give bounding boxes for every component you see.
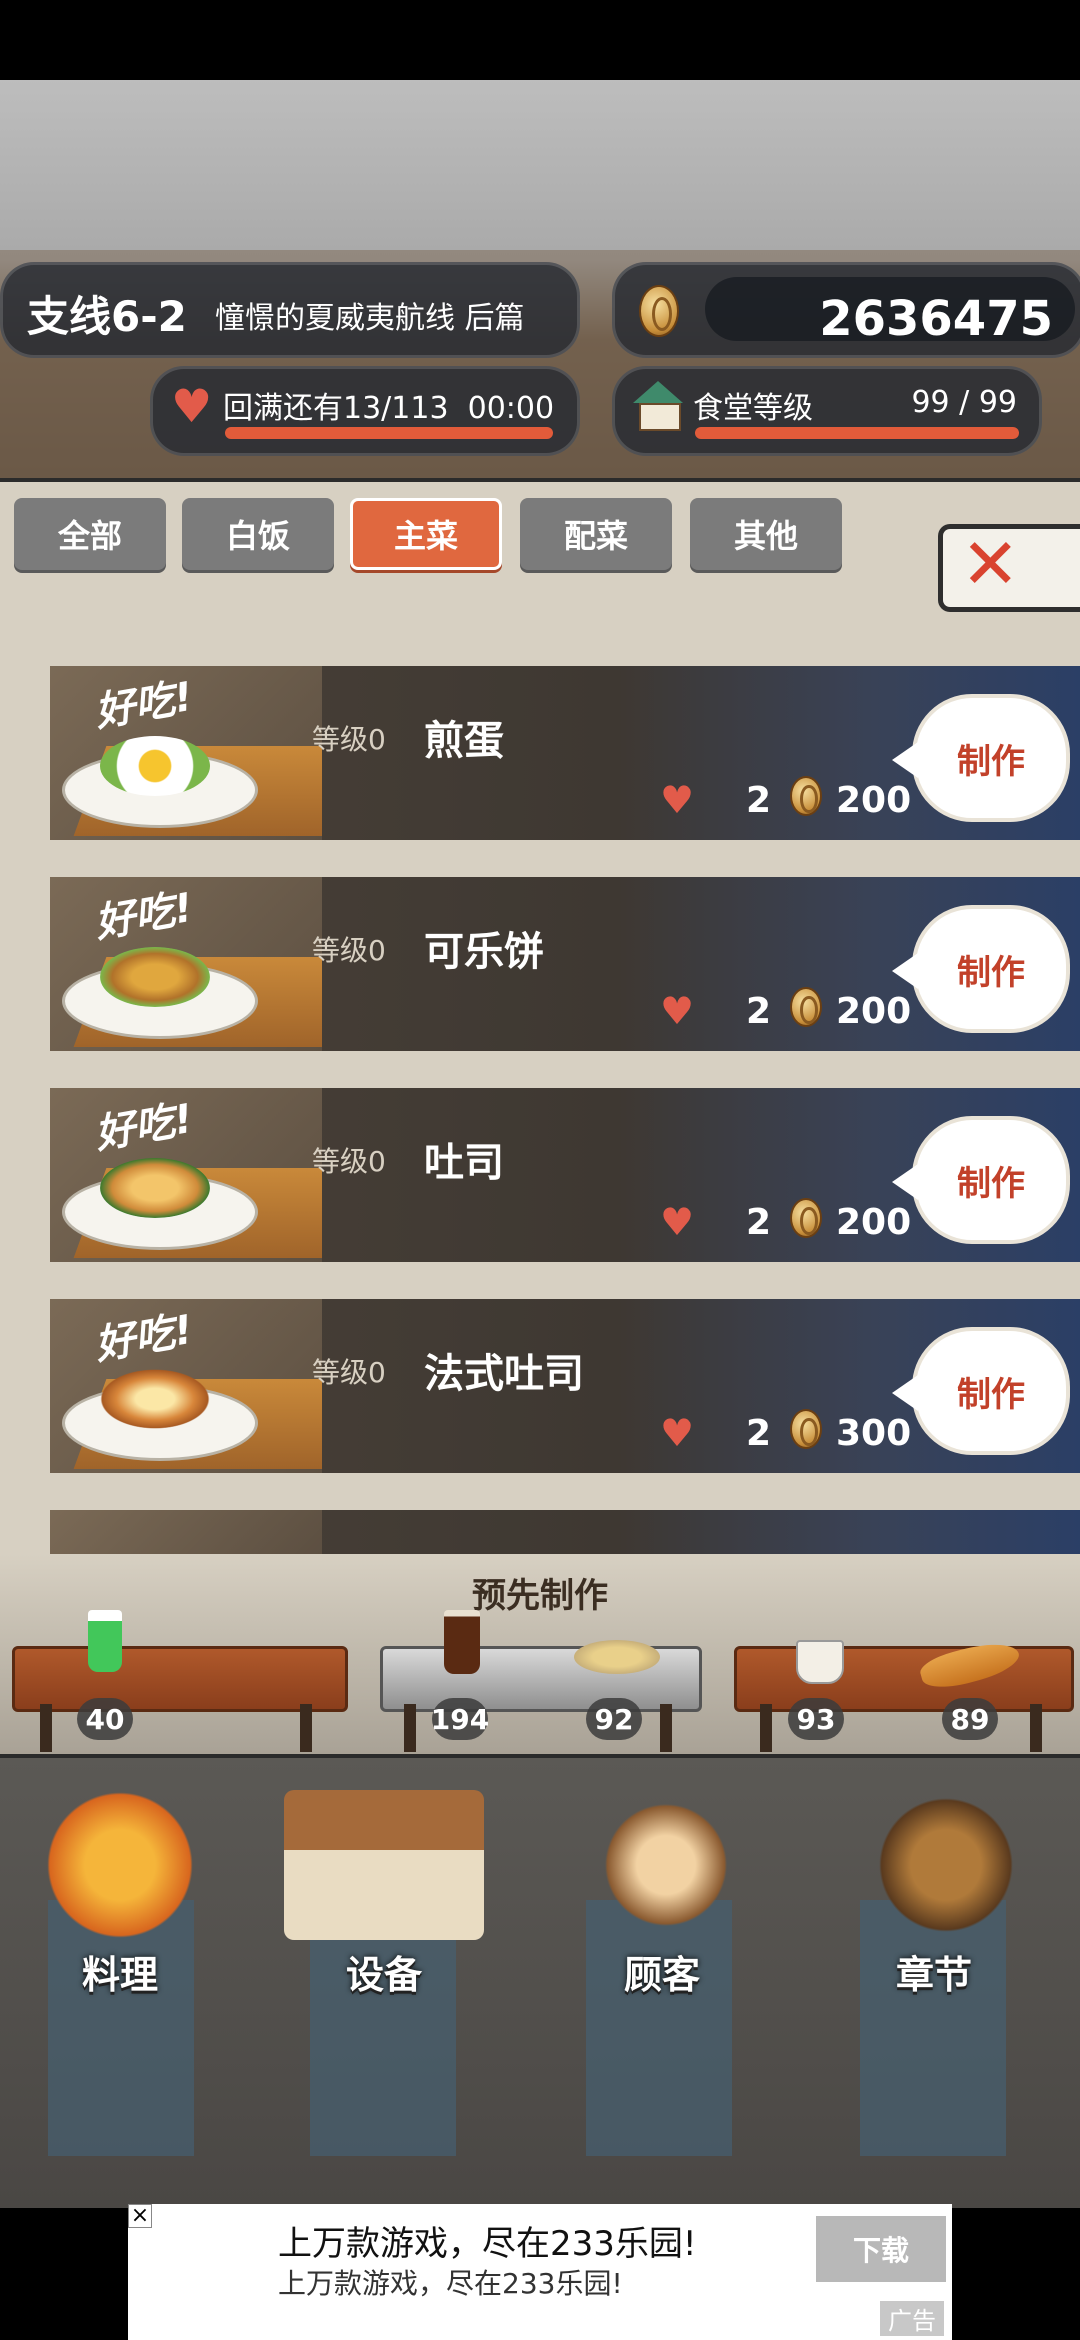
table-leg <box>300 1704 312 1752</box>
cooking-pot-icon[interactable] <box>30 1790 210 1940</box>
tab-side-dish[interactable]: 配菜 <box>520 498 672 570</box>
recipe-price: 200 <box>836 1202 912 1243</box>
make-button[interactable]: 制作 <box>892 905 1070 1033</box>
make-button[interactable]: 制作 <box>892 694 1070 822</box>
canteen-level-label: 食堂等级 <box>693 391 813 426</box>
ad-banner[interactable]: 上万款游戏，尽在233乐园! 上万款游戏，尽在233乐园! 下载 广告 <box>128 2204 952 2340</box>
coin-icon <box>790 776 822 816</box>
recipe-name: 可乐饼 <box>424 929 544 975</box>
recipe-name: 法式吐司 <box>424 1351 584 1397</box>
heart-icon: ♥ <box>660 778 695 822</box>
table-leg <box>404 1704 416 1752</box>
recipe-name: 煎蛋 <box>424 718 504 764</box>
item-count: 194 <box>431 1698 489 1740</box>
recipe-level: 等级0 <box>312 723 386 756</box>
coin-value: 2636475 <box>819 291 1053 347</box>
recipe-name: 吐司 <box>424 1140 504 1186</box>
cola-glass-icon[interactable] <box>444 1610 480 1674</box>
recipe-level: 等级0 <box>312 1145 386 1178</box>
item-count: 40 <box>77 1698 133 1740</box>
make-button[interactable]: 制作 <box>892 1116 1070 1244</box>
stage-info: 支线6-2 憧憬的夏威夷航线 后篇 <box>0 262 580 358</box>
recipe-price: 200 <box>836 780 912 821</box>
canteen-level: 食堂等级 99 / 99 <box>612 366 1042 456</box>
coin-icon <box>790 987 822 1027</box>
close-x-icon: ✕ <box>961 523 1020 605</box>
recipe-price: 200 <box>836 991 912 1032</box>
stage-title: 憧憬的夏威夷航线 后篇 <box>215 301 525 336</box>
heart-icon: ♥ <box>660 1411 695 1455</box>
yum-label: 好吃! <box>91 1095 197 1159</box>
counter-table <box>12 1646 348 1712</box>
recipe-image: 好吃! <box>50 877 322 1051</box>
stamina-label: 回满还有13/113 00:00 <box>223 391 555 426</box>
tab-all[interactable]: 全部 <box>14 498 166 570</box>
soup-cup-icon[interactable] <box>796 1640 844 1684</box>
house-icon[interactable] <box>284 1790 484 1940</box>
recipe-row-partial[interactable] <box>50 1510 1080 1554</box>
recipe-row[interactable]: 好吃! 等级0 法式吐司 ♥ 2 300 制作 <box>50 1299 1080 1473</box>
status-bar <box>0 0 1080 80</box>
recipe-image <box>50 1510 322 1554</box>
heart-icon: ♥ <box>660 1200 695 1244</box>
prepared-title: 预先制作 <box>472 1576 608 1616</box>
recipe-row[interactable]: 好吃! 等级0 可乐饼 ♥ 2 200 制作 <box>50 877 1080 1051</box>
item-count: 93 <box>788 1698 844 1740</box>
recipe-love: 2 <box>746 1202 772 1243</box>
coin-icon <box>790 1409 822 1449</box>
ad-tag: 广告 <box>880 2301 944 2336</box>
tab-main-dish[interactable]: 主菜 <box>350 498 502 570</box>
ad-line1: 上万款游戏，尽在233乐园! <box>278 2224 697 2264</box>
recipe-love: 2 <box>746 780 772 821</box>
close-button[interactable]: ✕ <box>938 523 1080 612</box>
melon-soda-icon[interactable] <box>88 1610 122 1672</box>
film-camera-icon[interactable] <box>856 1790 1036 1940</box>
yum-label: 好吃! <box>91 673 197 737</box>
recipe-love: 2 <box>746 991 772 1032</box>
rice-dish-icon[interactable] <box>574 1640 660 1674</box>
table-leg <box>40 1704 52 1752</box>
coin-icon <box>790 1198 822 1238</box>
make-button[interactable]: 制作 <box>892 1327 1070 1455</box>
canteen-level-bar <box>695 427 1019 439</box>
nav-equipment[interactable]: 设备 <box>284 1944 484 1999</box>
item-count: 92 <box>586 1698 642 1740</box>
recipe-price: 300 <box>836 1413 912 1454</box>
tab-rice[interactable]: 白饭 <box>182 498 334 570</box>
table-leg <box>1030 1704 1042 1752</box>
heart-icon: ♥ <box>171 379 213 433</box>
stage-code: 支线6-2 <box>27 292 187 341</box>
recipe-row[interactable]: 好吃! 等级0 煎蛋 ♥ 2 200 制作 <box>50 666 1080 840</box>
stamina-meter: ♥ 回满还有13/113 00:00 <box>150 366 580 456</box>
recipe-image: 好吃! <box>50 1299 322 1473</box>
recipe-image: 好吃! <box>50 1088 322 1262</box>
canteen-house-icon <box>633 381 683 431</box>
ad-download-button[interactable]: 下载 <box>816 2216 946 2282</box>
recipe-image: 好吃! <box>50 666 322 840</box>
coin-value-box: 2636475 <box>705 277 1075 347</box>
table-leg <box>660 1704 672 1752</box>
item-count: 89 <box>942 1698 998 1740</box>
stamina-bar <box>225 427 553 439</box>
nav-customers[interactable]: 顾客 <box>562 1944 762 1999</box>
table-leg <box>760 1704 772 1752</box>
nav-chapters[interactable]: 章节 <box>834 1944 1034 1999</box>
ad-close-icon[interactable]: × <box>128 2204 152 2228</box>
yum-label: 好吃! <box>91 1306 197 1370</box>
recipe-level: 等级0 <box>312 934 386 967</box>
counter-table <box>734 1646 1074 1712</box>
canteen-level-value: 99 / 99 <box>911 385 1017 420</box>
tab-other[interactable]: 其他 <box>690 498 842 570</box>
recipe-level: 等级0 <box>312 1356 386 1389</box>
recipe-love: 2 <box>746 1413 772 1454</box>
coin-counter: 2636475 <box>612 262 1080 358</box>
nav-cooking[interactable]: 料理 <box>20 1944 220 1999</box>
yum-label: 好吃! <box>91 884 197 948</box>
heart-icon: ♥ <box>660 989 695 1033</box>
customers-icon[interactable] <box>576 1790 756 1940</box>
ad-line2: 上万款游戏，尽在233乐园! <box>278 2267 623 2300</box>
coin-icon <box>639 285 679 337</box>
recipe-row[interactable]: 好吃! 等级0 吐司 ♥ 2 200 制作 <box>50 1088 1080 1262</box>
